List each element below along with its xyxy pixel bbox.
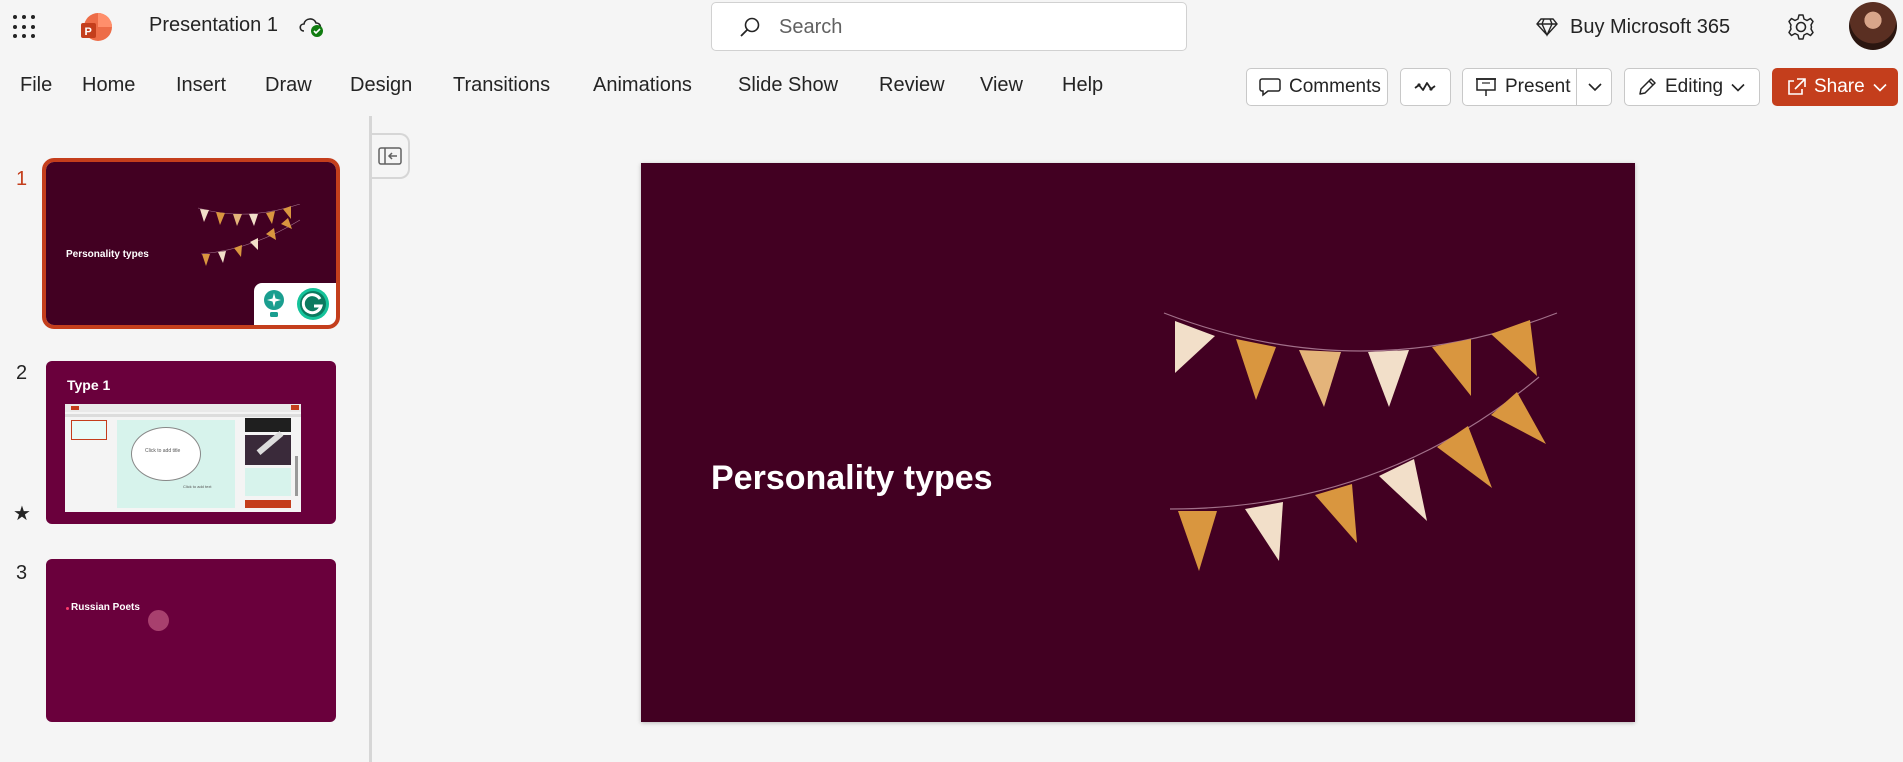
slide-number: 2 (16, 362, 28, 384)
present-label: Present (1505, 76, 1571, 97)
tab-review[interactable]: Review (879, 74, 945, 97)
title-bar: P Presentation 1 Buy Microsoft 365 (0, 0, 1903, 54)
ribbon: File Home Insert Draw Design Transitions… (0, 66, 1903, 108)
bunting-decoration (1163, 312, 1558, 571)
chevron-down-icon (1731, 83, 1745, 92)
slide-title[interactable]: Personality types (711, 459, 993, 498)
catch-up-button[interactable] (1400, 68, 1451, 106)
slide-thumbnail-3[interactable]: Russian Poets (46, 559, 336, 722)
comments-button[interactable]: Comments (1246, 68, 1388, 106)
bunting-decoration (197, 204, 301, 266)
chevron-down-icon (1587, 83, 1602, 92)
share-label: Share (1814, 76, 1865, 97)
activity-icon (1413, 82, 1436, 91)
pane-divider[interactable] (369, 116, 372, 762)
tab-animations[interactable]: Animations (593, 74, 692, 97)
collapse-pane-icon (378, 147, 402, 165)
gear-icon[interactable] (1786, 12, 1816, 42)
search-box[interactable] (711, 2, 1187, 51)
comments-label: Comments (1289, 76, 1381, 97)
tab-transitions[interactable]: Transitions (453, 74, 550, 97)
embedded-screenshot: Click to add title Click to add text (65, 404, 301, 512)
animation-star-icon: ★ (13, 503, 31, 525)
slide-thumbnail-pane: 1 Personality types 2 ★ Type 1 Click to … (0, 116, 370, 762)
grammarly-icon[interactable] (296, 287, 330, 321)
editing-label: Editing (1665, 76, 1724, 97)
present-button[interactable]: Present (1463, 69, 1577, 105)
tab-slide-show[interactable]: Slide Show (738, 74, 838, 97)
search-input[interactable] (779, 13, 1159, 41)
tab-design[interactable]: Design (350, 74, 412, 97)
svg-text:P: P (85, 26, 92, 38)
user-avatar[interactable] (1849, 2, 1897, 50)
slide-number: 1 (16, 168, 28, 190)
tab-insert[interactable]: Insert (176, 74, 226, 97)
copilot-bulb-icon[interactable] (262, 288, 286, 320)
tab-view[interactable]: View (980, 74, 1023, 97)
tab-draw[interactable]: Draw (265, 74, 312, 97)
cursor-dot (148, 610, 169, 631)
thumbnail-title: Personality types (66, 249, 149, 260)
comment-icon (1259, 78, 1281, 97)
search-icon (740, 17, 760, 37)
present-icon (1476, 78, 1496, 96)
tab-help[interactable]: Help (1062, 74, 1103, 97)
editing-mode-button[interactable]: Editing (1624, 68, 1760, 106)
slide-thumbnail-2[interactable]: Type 1 Click to add title Click to add t… (46, 361, 336, 524)
diamond-icon (1536, 18, 1558, 37)
document-title[interactable]: Presentation 1 (149, 14, 278, 37)
embedded-placeholder-text: Click to add text (183, 484, 212, 489)
buy-microsoft-365-button[interactable]: Buy Microsoft 365 (1536, 13, 1730, 41)
waffle-icon[interactable] (12, 14, 38, 40)
slide-canvas[interactable]: Personality types (641, 163, 1635, 722)
powerpoint-window: P Presentation 1 Buy Microsoft 365 (0, 0, 1903, 762)
powerpoint-logo[interactable]: P (79, 11, 113, 45)
slide-number: 3 (16, 562, 28, 584)
tab-home[interactable]: Home (82, 74, 135, 97)
thumbnail-title: Type 1 (67, 377, 111, 393)
present-button-group: Present (1462, 68, 1612, 106)
addin-icons-tray (254, 283, 336, 325)
share-icon (1788, 78, 1806, 95)
embedded-placeholder-title: Click to add title (145, 448, 181, 454)
slide-thumbnail-1[interactable]: Personality types (42, 158, 340, 329)
share-button[interactable]: Share (1772, 68, 1898, 106)
buy-label: Buy Microsoft 365 (1570, 15, 1731, 38)
cloud-saved-icon[interactable] (296, 13, 326, 39)
chevron-down-icon (1873, 83, 1887, 92)
pencil-icon (1639, 78, 1656, 95)
present-options-dropdown[interactable] (1577, 69, 1612, 105)
tab-file[interactable]: File (20, 74, 52, 97)
collapse-pane-button[interactable] (372, 133, 410, 179)
thumbnail-title: Russian Poets (71, 602, 140, 613)
